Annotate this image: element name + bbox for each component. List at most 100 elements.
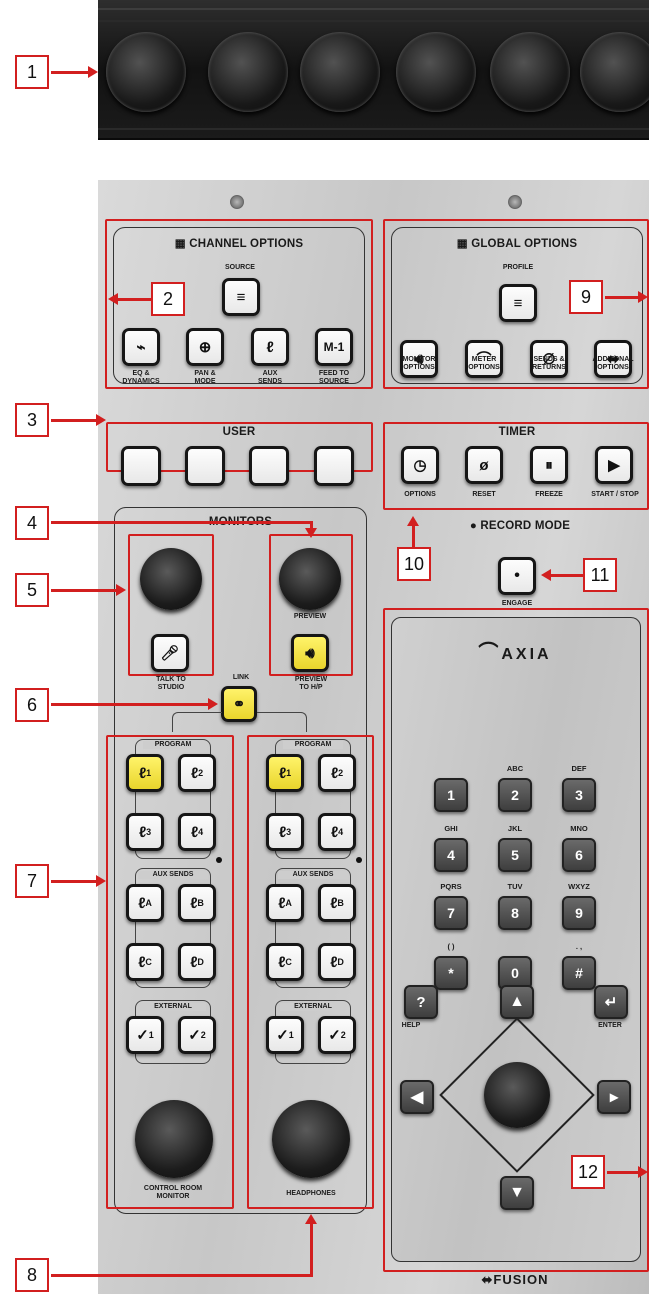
timer-reset-button[interactable]: ø <box>465 446 503 484</box>
link-bracket-right <box>257 712 307 732</box>
channel-knob-2[interactable] <box>208 32 288 112</box>
talk-to-studio-button[interactable]: 🎤︎ <box>151 634 189 672</box>
pan-mode-button[interactable]: ⊕ <box>186 328 224 366</box>
nav-up-button[interactable]: ▲ <box>500 985 534 1019</box>
timer-options-label: OPTIONS <box>404 491 436 498</box>
cr-aux-b-button[interactable]: ℓB <box>178 884 216 922</box>
timer-freeze-label: FREEZE <box>535 491 563 498</box>
keypad-key-button[interactable]: 1 <box>434 778 468 812</box>
timer-options-button[interactable]: ◷ <box>401 446 439 484</box>
reset-icon: ø <box>479 456 489 474</box>
play-icon: ▶ <box>608 456 620 474</box>
pan-mode-label: PAN & MODE <box>194 370 216 385</box>
menu-icon: ≡ <box>513 294 523 312</box>
preview-level-knob[interactable] <box>279 548 341 610</box>
aux-send-icon: ℓ <box>138 894 146 912</box>
user-button-3[interactable] <box>249 446 289 486</box>
profile-button[interactable]: ≡ <box>499 284 537 322</box>
preview-to-hp-label: PREVIEW TO H/P <box>294 676 328 691</box>
key-letters-label: DEF <box>571 764 587 773</box>
cr-aux-a-button[interactable]: ℓA <box>126 884 164 922</box>
indicator-dot <box>356 857 362 863</box>
aux-send-icon: ℓ <box>330 953 338 971</box>
aux-sends-group-label: AUX SENDS <box>278 871 348 879</box>
keypad-key-button[interactable]: 7 <box>434 896 468 930</box>
program-label: PROGRAM <box>143 741 203 749</box>
hp-aux-c-button[interactable]: ℓC <box>266 943 304 981</box>
keypad-key-button[interactable]: 8 <box>498 896 532 930</box>
headphones-level-knob[interactable] <box>272 1100 350 1178</box>
user-button-4[interactable] <box>314 446 354 486</box>
satellite-icon: ℓ <box>138 764 147 782</box>
cr-program-4-button[interactable]: ℓ4 <box>178 813 216 851</box>
record-engage-button[interactable]: • <box>498 557 536 595</box>
channel-knob-1[interactable] <box>106 32 186 112</box>
hp-aux-b-button[interactable]: ℓB <box>318 884 356 922</box>
hp-program-4-button[interactable]: ℓ4 <box>318 813 356 851</box>
nav-down-button[interactable]: ▼ <box>500 1176 534 1210</box>
cr-program-2-button[interactable]: ℓ2 <box>178 754 216 792</box>
cr-aux-d-button[interactable]: ℓD <box>178 943 216 981</box>
hp-external-1-button[interactable]: ✓ 1 <box>266 1016 304 1054</box>
cr-program-1-button[interactable]: ℓ1 <box>126 754 164 792</box>
channel-options-title: ▦ CHANNEL OPTIONS <box>174 238 304 250</box>
cr-aux-c-button[interactable]: ℓC <box>126 943 164 981</box>
pause-icon: ⏸︎ <box>545 456 553 474</box>
user-button-2[interactable] <box>185 446 225 486</box>
callout-2: 2 <box>151 282 185 316</box>
key-digit: 3 <box>575 787 583 803</box>
nav-jog-knob[interactable] <box>484 1062 550 1128</box>
grid-icon: ▦ <box>174 238 190 250</box>
eq-dynamics-button[interactable]: ⌁ <box>122 328 160 366</box>
cr-external-1-button[interactable]: ✓ 1 <box>126 1016 164 1054</box>
timer-start-stop-button[interactable]: ▶ <box>595 446 633 484</box>
additional-options-label: ADDITONAL OPTIONS <box>592 356 634 371</box>
nav-right-button[interactable]: ▸ <box>597 1080 631 1114</box>
cr-program-3-button[interactable]: ℓ3 <box>126 813 164 851</box>
channel-knob-6[interactable] <box>580 32 649 112</box>
talk-level-knob[interactable] <box>140 548 202 610</box>
aux-send-icon: ℓ <box>330 894 338 912</box>
keypad-key-button[interactable]: 3 <box>562 778 596 812</box>
source-button[interactable]: ≡ <box>222 278 260 316</box>
callout-7: 7 <box>15 864 49 898</box>
hp-aux-a-button[interactable]: ℓA <box>266 884 304 922</box>
preview-to-hp-button[interactable]: 🔊︎ <box>291 634 329 672</box>
keypad-key-button[interactable]: 6 <box>562 838 596 872</box>
cr-external-2-button[interactable]: ✓ 2 <box>178 1016 216 1054</box>
keypad-key-button[interactable]: * <box>434 956 468 990</box>
keypad-key-button[interactable]: 4 <box>434 838 468 872</box>
hp-external-2-button[interactable]: ✓ 2 <box>318 1016 356 1054</box>
aux-sends-button[interactable]: ℓ <box>251 328 289 366</box>
callout-5: 5 <box>15 573 49 607</box>
hp-program-3-button[interactable]: ℓ3 <box>266 813 304 851</box>
key-letters-label: TUV <box>507 882 523 891</box>
channel-knob-3[interactable] <box>300 32 380 112</box>
hp-program-1-button[interactable]: ℓ1 <box>266 754 304 792</box>
key-letters-label: . , <box>575 942 583 951</box>
channel-knob-4[interactable] <box>396 32 476 112</box>
fusion-arrows-icon: ⬌ <box>481 1272 494 1287</box>
checkmark-icon: ✓ <box>136 1026 149 1044</box>
hp-aux-d-button[interactable]: ℓD <box>318 943 356 981</box>
link-button[interactable]: ⚭ <box>221 686 257 722</box>
control-room-level-knob[interactable] <box>135 1100 213 1178</box>
help-button[interactable]: ? <box>404 985 438 1019</box>
keypad-key-button[interactable]: 9 <box>562 896 596 930</box>
nav-left-button[interactable]: ◀ <box>400 1080 434 1114</box>
feed-to-source-button[interactable]: M-1 <box>315 328 353 366</box>
keypad-key-button[interactable]: # <box>562 956 596 990</box>
key-letters-label: ( ) <box>447 942 455 951</box>
timer-freeze-button[interactable]: ⏸︎ <box>530 446 568 484</box>
user-button-1[interactable] <box>121 446 161 486</box>
channel-knob-5[interactable] <box>490 32 570 112</box>
hp-program-2-button[interactable]: ℓ2 <box>318 754 356 792</box>
aux-send-icon: ℓ <box>266 338 274 356</box>
keypad-key-button[interactable]: 5 <box>498 838 532 872</box>
grid-icon: ▦ <box>456 238 472 250</box>
enter-button[interactable]: ↵ <box>594 985 628 1019</box>
callout-8: 8 <box>15 1258 49 1292</box>
checkmark-icon: ✓ <box>328 1026 341 1044</box>
keypad-key-button[interactable]: 2 <box>498 778 532 812</box>
callout-11: 11 <box>583 558 617 592</box>
